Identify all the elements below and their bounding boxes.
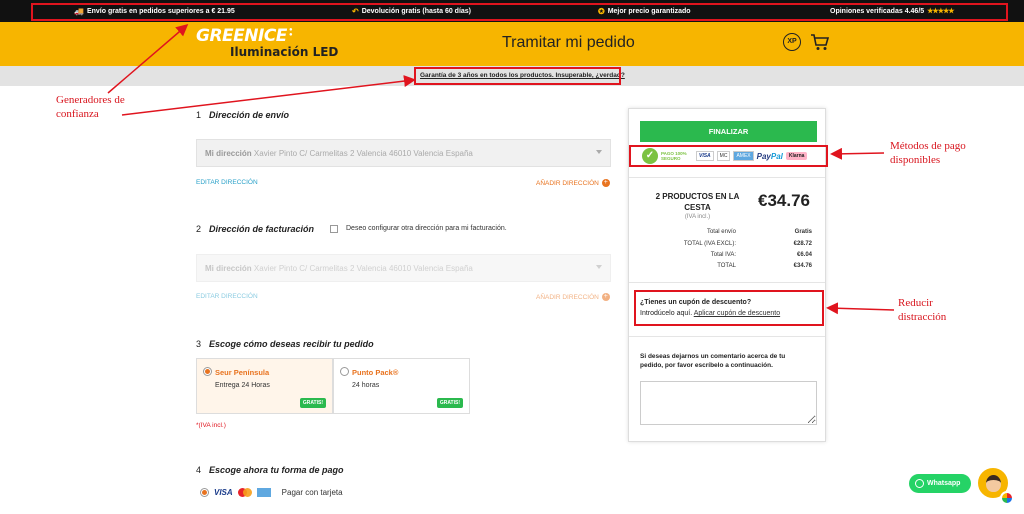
section-number: 3	[196, 339, 202, 349]
site-header: GREENICE ● ● Iluminación LED Tramitar mi …	[0, 22, 1024, 66]
edit-shipping-address-link[interactable]: EDITAR DIRECCIÓN	[196, 179, 258, 186]
radio-selected	[203, 367, 212, 376]
chevron-down-icon	[596, 150, 602, 154]
summary-value: €34.76	[793, 263, 812, 269]
section-number: 2	[196, 224, 202, 234]
annotation-box-guarantee	[414, 67, 621, 85]
summary-value: €28.72	[793, 241, 812, 247]
logo-top: GREENICE	[196, 26, 287, 46]
summary-value: €6.04	[796, 252, 812, 258]
avatar-face-icon	[986, 475, 1001, 492]
summary-label: Total envío	[706, 229, 736, 235]
section-billing-title: 2 Dirección de facturación	[196, 224, 314, 234]
free-badge: GRATIS!	[299, 398, 326, 408]
iva-included: (IVA incl.)	[684, 214, 711, 220]
select-label: Mi dirección	[205, 149, 252, 158]
cart-total: €34.76	[758, 191, 810, 210]
billing-different-checkbox[interactable]	[330, 225, 338, 233]
divider	[629, 282, 825, 283]
annotation-payment: Métodos de pago disponibles	[890, 140, 966, 166]
annotation-box-payment	[629, 145, 828, 167]
delivery-name: Seur Península	[215, 368, 270, 377]
payment-option-card[interactable]: VISA Pagar con tarjeta	[200, 488, 343, 497]
annotation-trust: Generadores de confianza	[56, 94, 125, 120]
visa-icon: VISA	[214, 488, 233, 497]
plus-icon: +	[601, 293, 610, 301]
summary-label: TOTAL	[717, 263, 736, 269]
section-title: Escoge ahora tu forma de pago	[209, 465, 344, 475]
summary-value: Gratis	[794, 229, 812, 235]
shipping-address-select[interactable]: Mi dirección Xavier Pinto C/ Carmelitas …	[196, 139, 611, 167]
amex-icon	[256, 488, 271, 497]
payment-label: Pagar con tarjeta	[281, 488, 343, 497]
cart-icon[interactable]	[810, 33, 830, 51]
cart-count: 2 PRODUCTOS EN LA CESTA	[655, 192, 740, 212]
select-value: Xavier Pinto C/ Carmelitas 2 Valencia 46…	[253, 264, 473, 273]
site-logo[interactable]: GREENICE ● ● Iluminación LED	[196, 26, 338, 62]
section-title: Dirección de envío	[209, 110, 290, 120]
annotation-box-trust	[31, 3, 1008, 21]
plus-icon: +	[601, 179, 610, 187]
page-title: Tramitar mi pedido	[502, 34, 635, 51]
billing-checkbox-label: Deseo configurar otra dirección para mi …	[346, 225, 507, 232]
section-number: 4	[196, 465, 202, 475]
select-value: Xavier Pinto C/ Carmelitas 2 Valencia 46…	[253, 149, 473, 158]
whatsapp-icon	[915, 479, 924, 488]
radio-selected	[200, 488, 209, 497]
widget-icon[interactable]	[1000, 491, 1014, 505]
summary-label: TOTAL (IVA EXCL):	[683, 241, 736, 247]
add-address-label: AÑADIR DIRECCIÓN	[536, 293, 599, 301]
section-title: Dirección de facturación	[209, 224, 315, 234]
xp-icon[interactable]: XP	[783, 33, 801, 51]
delivery-detail: 24 horas	[352, 382, 380, 389]
edit-billing-address-link[interactable]: EDITAR DIRECCIÓN	[196, 293, 258, 300]
add-billing-address-link[interactable]: AÑADIR DIRECCIÓN +	[536, 293, 610, 301]
divider	[629, 336, 825, 337]
section-delivery-title: 3 Escoge cómo deseas recibir tu pedido	[196, 339, 374, 349]
add-shipping-address-link[interactable]: AÑADIR DIRECCIÓN +	[536, 179, 610, 187]
section-payment-title: 4 Escoge ahora tu forma de pago	[196, 465, 344, 475]
comment-prompt: Si deseas dejarnos un comentario acerca …	[640, 353, 786, 369]
whatsapp-button[interactable]: Whatsapp	[909, 474, 971, 493]
logo-dots-icon: ● ●	[289, 27, 293, 38]
annotation-distraction: Reducir distracción	[898, 297, 947, 323]
chevron-down-icon	[596, 265, 602, 269]
annotation-box-coupon	[634, 290, 824, 326]
delivery-option-seur[interactable]: Seur Península Entrega 24 Horas GRATIS!	[196, 358, 333, 414]
select-label: Mi dirección	[205, 264, 252, 273]
divider	[629, 177, 825, 178]
add-address-label: AÑADIR DIRECCIÓN	[536, 179, 599, 187]
section-title: Escoge cómo deseas recibir tu pedido	[209, 339, 374, 349]
logo-bottom: Iluminación LED	[230, 45, 339, 59]
finalize-button[interactable]: FINALIZAR	[640, 121, 817, 142]
free-badge: GRATIS!	[436, 398, 463, 408]
whatsapp-label: Whatsapp	[927, 480, 961, 487]
section-number: 1	[196, 110, 202, 120]
delivery-detail: Entrega 24 Horas	[215, 382, 270, 389]
mastercard-icon	[237, 488, 252, 497]
summary-label: Total IVA:	[710, 252, 736, 258]
comment-textarea[interactable]	[640, 381, 817, 425]
radio-unselected	[340, 367, 349, 376]
section-shipping-title: 1 Dirección de envío	[196, 110, 289, 120]
billing-address-select[interactable]: Mi dirección Xavier Pinto C/ Carmelitas …	[196, 254, 611, 282]
delivery-name: Punto Pack®	[352, 368, 399, 377]
iva-note: *(IVA incl.)	[196, 422, 226, 429]
delivery-option-punto-pack[interactable]: Punto Pack® 24 horas GRATIS!	[333, 358, 470, 414]
